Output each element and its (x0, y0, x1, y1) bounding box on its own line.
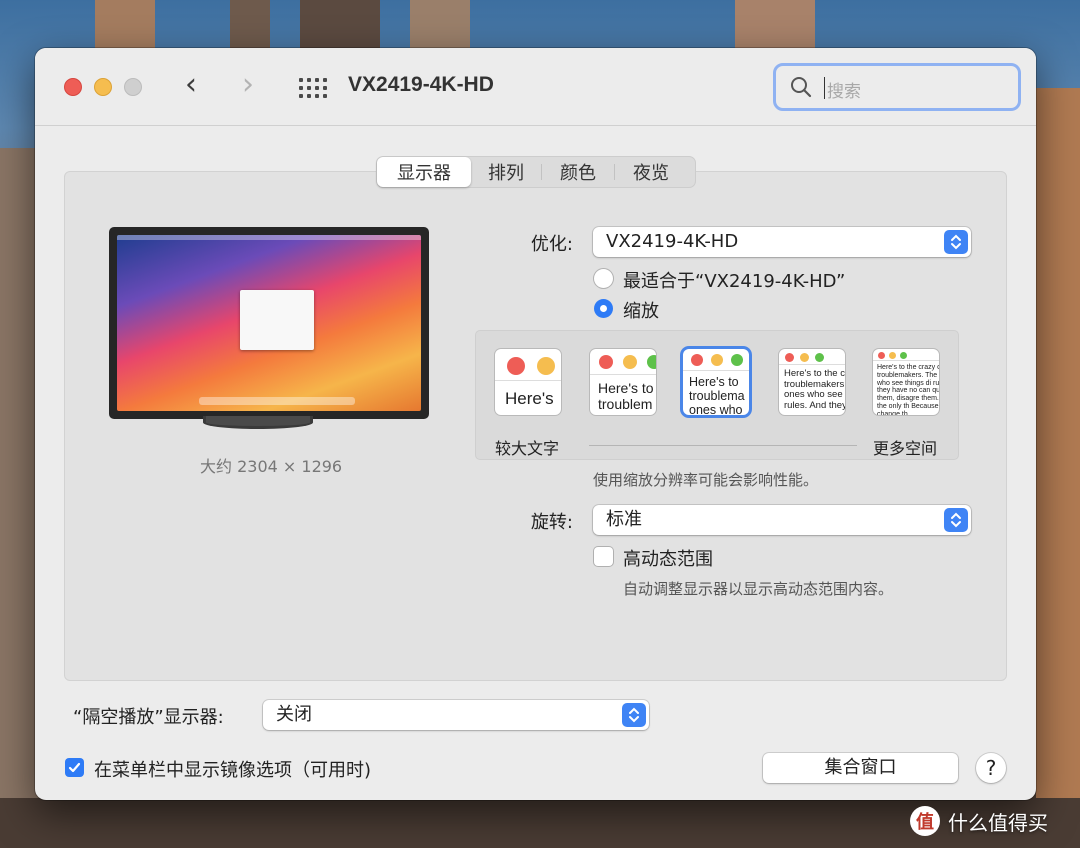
system-preferences-window: ‹ › VX2419-4K-HD 搜索 大约 2304 × 1296 优化: V… (35, 48, 1036, 800)
display-panel: 大约 2304 × 1296 优化: VX2419-4K-HD 最适合于“VX2… (64, 171, 1007, 681)
watermark: 值 什么值得买 (910, 806, 1048, 836)
window-title: VX2419-4K-HD (348, 73, 494, 96)
radio-scaled[interactable] (594, 299, 613, 318)
popup-arrows-icon (944, 230, 968, 254)
airplay-label: “隔空播放”显示器: (73, 707, 224, 728)
scale-option-5[interactable]: Here's to the crazy ones troublemakers. … (873, 349, 939, 415)
gather-windows-button[interactable]: 集合窗口 (763, 753, 958, 783)
optimize-popup[interactable]: VX2419-4K-HD (593, 227, 971, 257)
popup-arrows-icon (944, 508, 968, 532)
radio-scaled-label: 缩放 (623, 301, 659, 322)
scale-option-2[interactable]: Here's to troublem (590, 349, 656, 415)
watermark-logo: 值 (910, 806, 940, 836)
mirror-options-checkbox[interactable] (65, 758, 84, 777)
search-field[interactable]: 搜索 (773, 63, 1021, 111)
radio-best-label: 最适合于“VX2419-4K-HD” (623, 271, 846, 292)
optimize-label: 优化: (530, 234, 573, 255)
checkmark-icon (68, 762, 81, 773)
forward-button[interactable]: › (242, 70, 254, 100)
hdr-checkbox[interactable] (594, 547, 613, 566)
scale-left-label: 较大文字 (495, 439, 560, 458)
mirror-options-label: 在菜单栏中显示镜像选项（可用时) (94, 760, 372, 781)
show-all-grid-icon[interactable] (299, 78, 327, 98)
optimize-value: VX2419-4K-HD (606, 231, 739, 252)
airplay-value: 关闭 (276, 704, 312, 725)
monitor-preview (109, 227, 429, 419)
tab-bar: 显示器 排列 颜色 夜览 (376, 156, 696, 188)
popup-arrows-icon (622, 703, 646, 727)
text-cursor (824, 77, 825, 99)
back-button[interactable]: ‹ (185, 70, 197, 100)
hdr-note: 自动调整显示器以显示高动态范围内容。 (623, 580, 894, 598)
hdr-label: 高动态范围 (623, 549, 713, 570)
search-placeholder: 搜索 (827, 82, 861, 102)
zoom-button[interactable] (124, 78, 142, 96)
scale-options: Here's Here's to troublem Here's to trou… (475, 330, 959, 460)
scale-option-4[interactable]: Here's to the cr troublemakers. ones who… (779, 349, 845, 415)
close-button[interactable] (64, 78, 82, 96)
rotation-popup[interactable]: 标准 (593, 505, 971, 535)
tab-display[interactable]: 显示器 (377, 157, 471, 187)
monitor-stand (203, 416, 313, 429)
rotation-value: 标准 (606, 509, 642, 530)
title-bar: ‹ › VX2419-4K-HD 搜索 (35, 48, 1036, 126)
radio-best-for-display[interactable] (594, 269, 613, 288)
scale-option-1[interactable]: Here's (495, 349, 561, 415)
rotation-label: 旋转: (530, 512, 573, 533)
scale-right-label: 更多空间 (873, 439, 938, 458)
scale-slider-track (589, 445, 857, 446)
tab-arrangement[interactable]: 排列 (471, 157, 541, 187)
tab-night-shift[interactable]: 夜览 (615, 157, 687, 187)
watermark-text: 什么值得买 (948, 810, 1048, 835)
scale-note: 使用缩放分辨率可能会影响性能。 (593, 471, 819, 489)
search-icon (791, 77, 812, 98)
airplay-popup[interactable]: 关闭 (263, 700, 649, 730)
scale-option-3-selected[interactable]: Here's to troublema ones who (683, 349, 749, 415)
minimize-button[interactable] (94, 78, 112, 96)
monitor-screen (117, 235, 421, 411)
tab-color[interactable]: 颜色 (542, 157, 614, 187)
resolution-label: 大约 2304 × 1296 (200, 457, 343, 476)
help-button[interactable]: ? (976, 753, 1006, 783)
